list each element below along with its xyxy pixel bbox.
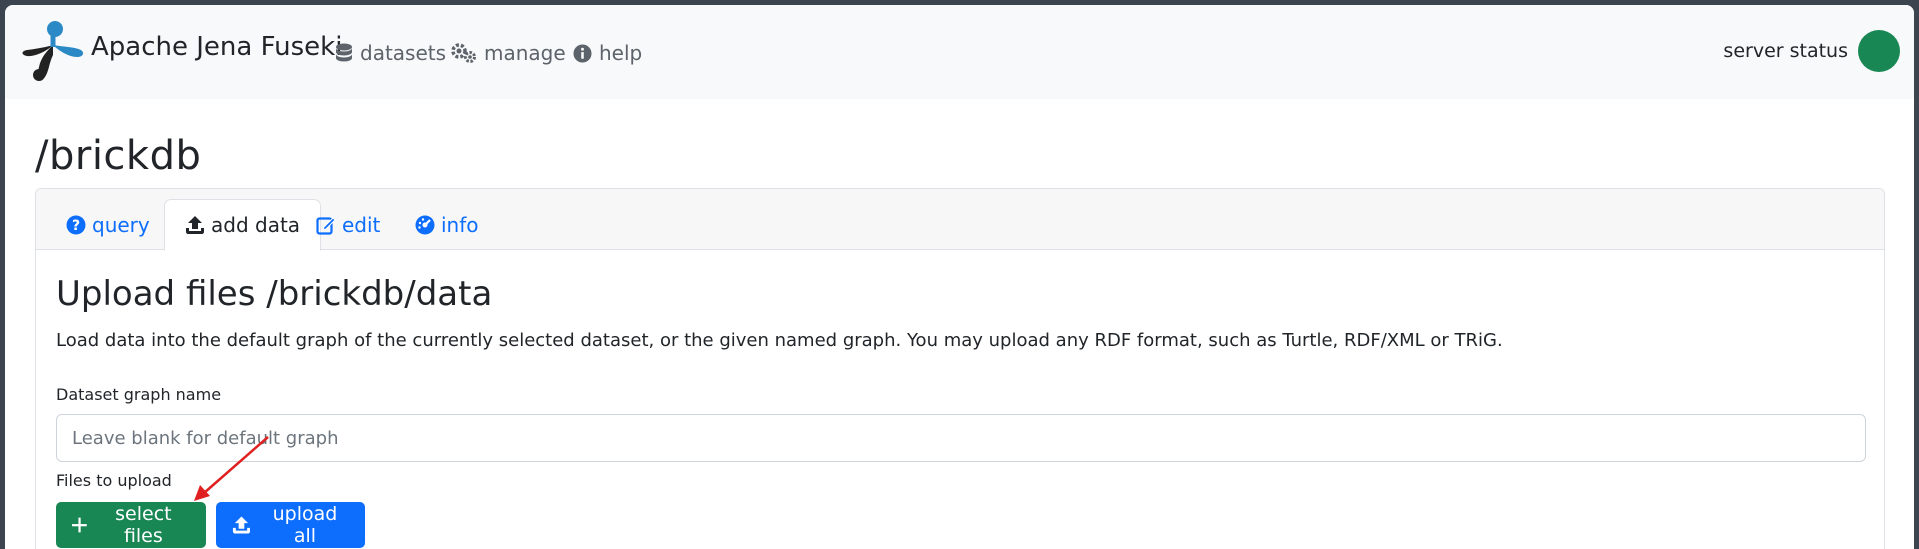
question-circle-icon: ? — [66, 215, 86, 234]
files-label: Files to upload — [56, 471, 172, 490]
navbar: Apache Jena Fuseki datasets manage help … — [5, 5, 1914, 99]
nav-help[interactable]: help — [573, 41, 642, 65]
info-circle-icon — [573, 43, 592, 63]
tab-query[interactable]: ? query — [46, 199, 170, 250]
nav-datasets[interactable]: datasets — [335, 41, 446, 65]
edit-icon — [316, 216, 336, 235]
tab-bar: ? query add data edit info — [36, 189, 1884, 251]
server-status: server status — [1723, 30, 1900, 72]
tab-edit[interactable]: edit — [296, 199, 400, 250]
upload-title: Upload files /brickdb/data — [56, 274, 493, 314]
nav-manage[interactable]: manage — [451, 41, 566, 65]
graph-name-input[interactable] — [56, 414, 1866, 462]
upload-icon — [186, 216, 204, 234]
gears-icon — [451, 43, 476, 63]
brand-name: Apache Jena Fuseki — [91, 32, 343, 62]
dashboard-icon — [415, 215, 435, 234]
nav-help-label: help — [599, 41, 643, 65]
annotation-arrow-icon — [194, 436, 269, 501]
upload-description: Load data into the default graph of the … — [56, 330, 1503, 351]
plus-icon — [72, 517, 87, 533]
nav-datasets-label: datasets — [360, 41, 447, 65]
upload-all-label: upload all — [272, 503, 338, 547]
tab-info[interactable]: info — [395, 199, 499, 250]
tab-edit-label: edit — [342, 212, 381, 237]
browser-viewport: Apache Jena Fuseki datasets manage help … — [5, 5, 1914, 549]
server-status-indicator — [1858, 30, 1900, 72]
page-title: /brickdb — [35, 133, 202, 179]
upload-icon — [232, 516, 251, 534]
svg-text:?: ? — [72, 218, 80, 234]
tab-add-data-label: add data — [211, 213, 301, 237]
tab-info-label: info — [441, 212, 479, 237]
graph-name-label: Dataset graph name — [56, 385, 222, 404]
tab-query-label: query — [92, 212, 150, 237]
brand[interactable]: Apache Jena Fuseki — [19, 17, 342, 87]
upload-all-button[interactable]: upload all — [216, 502, 365, 548]
fuseki-logo — [22, 21, 84, 81]
nav-manage-label: manage — [484, 41, 566, 65]
select-files-label: select files — [115, 503, 172, 547]
server-status-label: server status — [1723, 40, 1848, 62]
select-files-button[interactable]: select files — [56, 502, 206, 548]
database-icon — [336, 43, 352, 62]
dataset-card: ? query add data edit info Upload files … — [35, 188, 1885, 549]
